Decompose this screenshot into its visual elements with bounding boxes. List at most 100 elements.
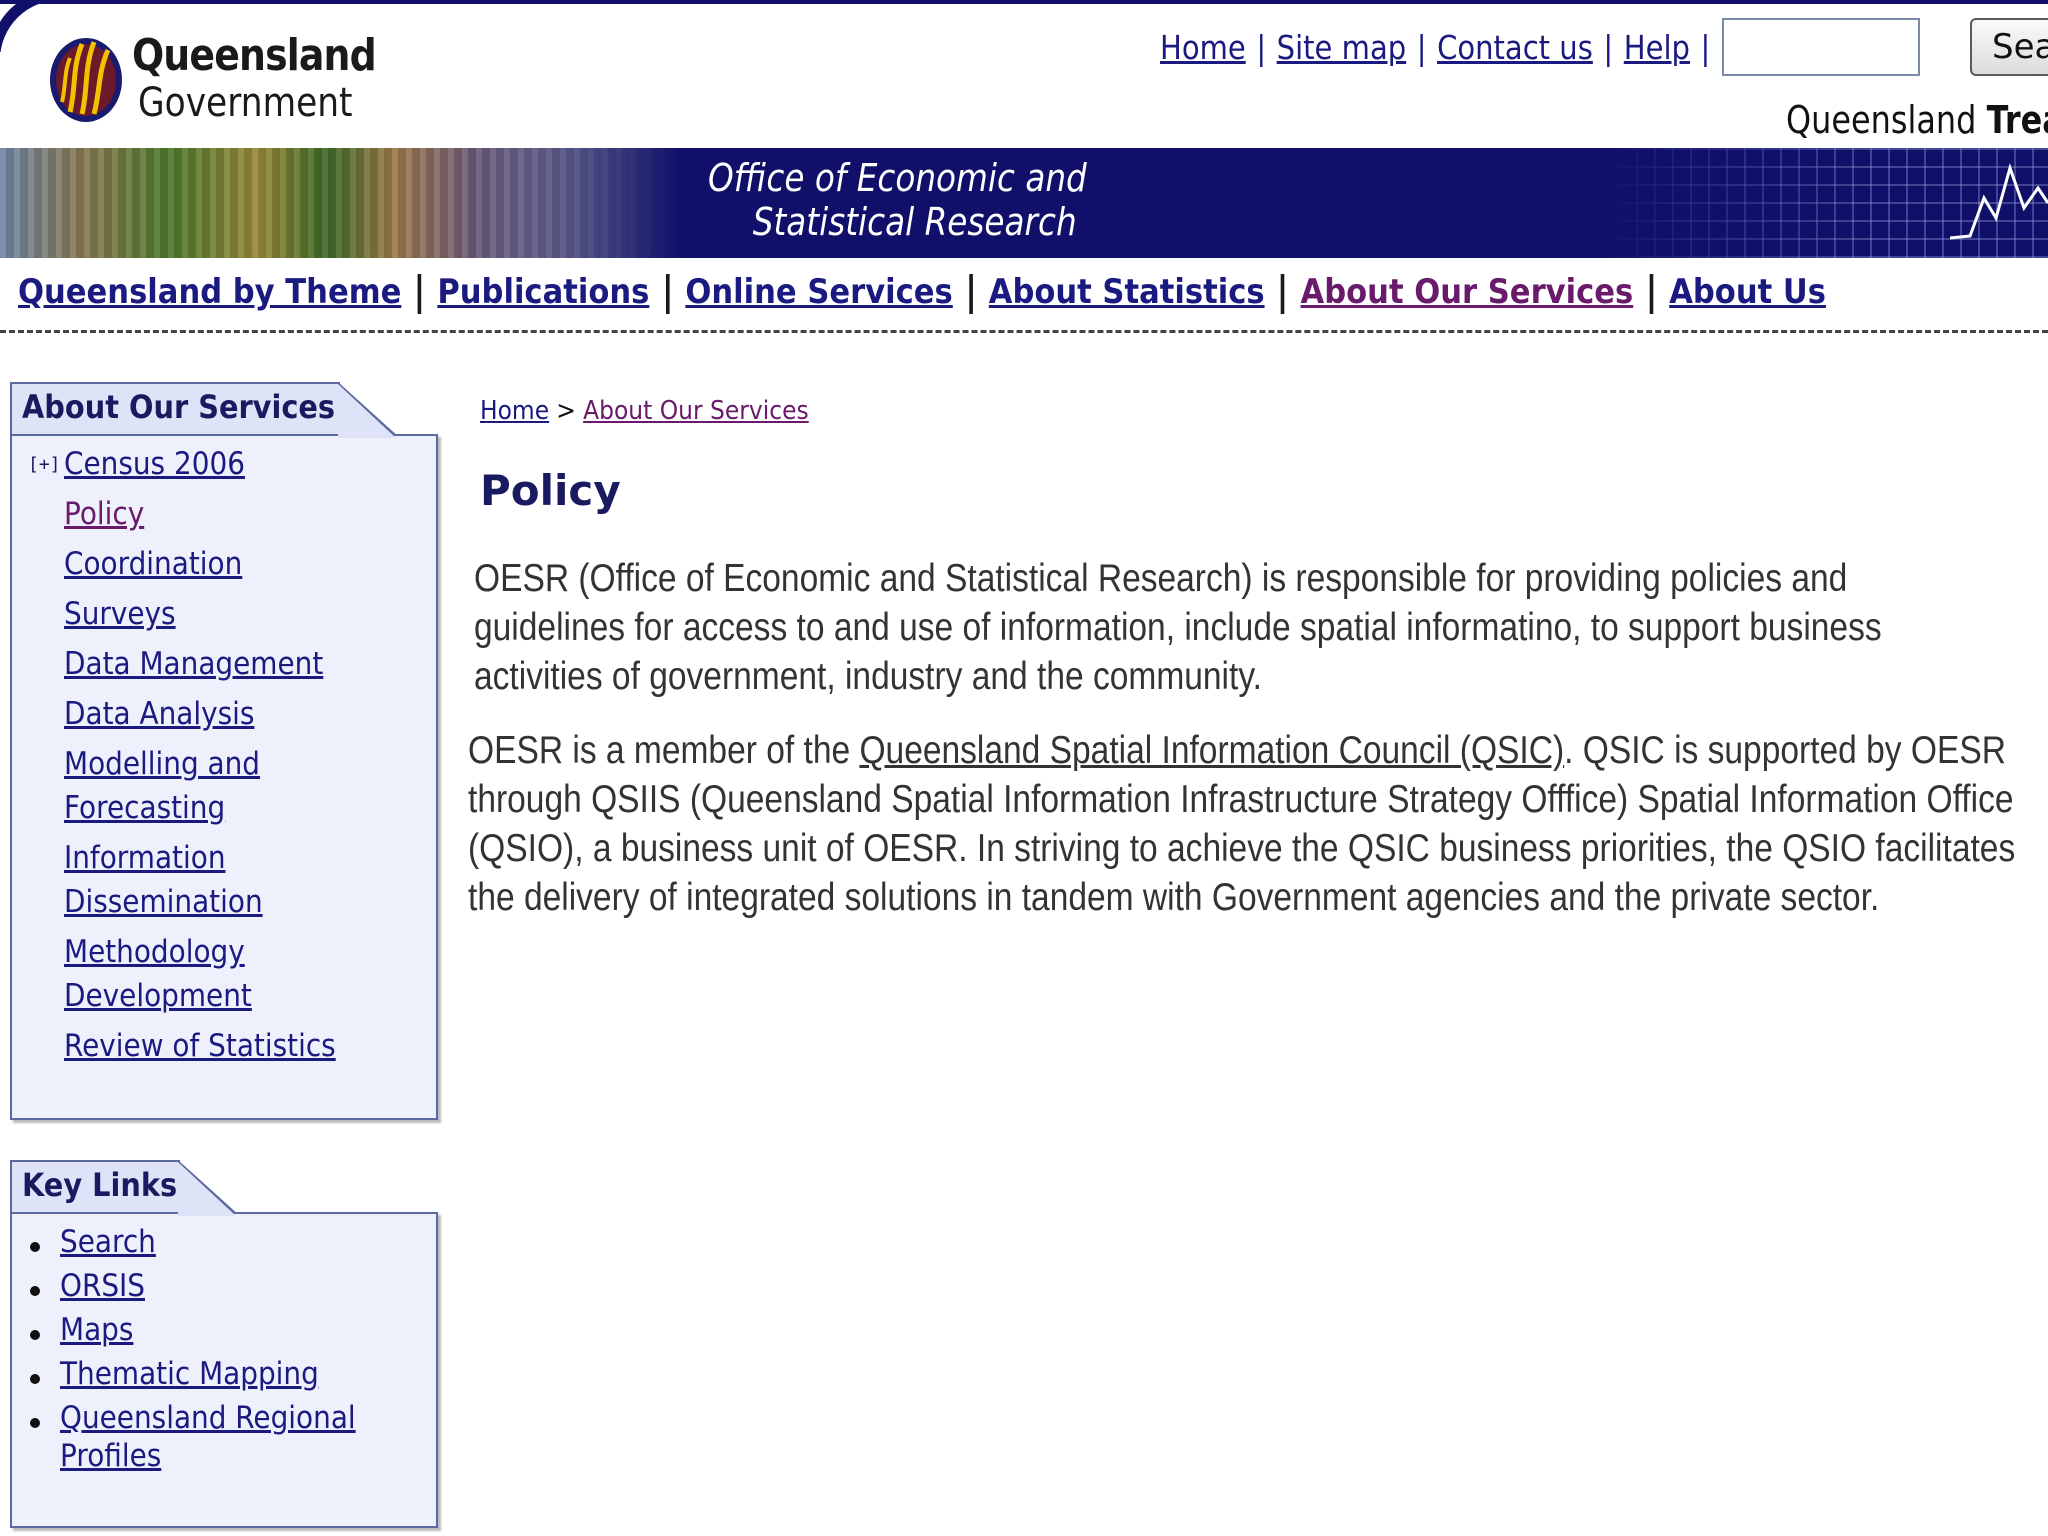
- key-links-tab-corner: [178, 1162, 236, 1216]
- qsic-link[interactable]: Queensland Spatial Information Council (…: [859, 729, 1564, 772]
- sidebar-item-modelling: Modelling and: [64, 746, 282, 782]
- p2-start: OESR is a member of the: [468, 729, 860, 772]
- bullet-icon: [30, 1418, 40, 1428]
- sidebar-link[interactable]: Census 2006: [64, 446, 245, 482]
- banner-line-graph-icon: [1950, 163, 2048, 240]
- sidebar-link[interactable]: Review of Statistics: [64, 1028, 336, 1064]
- paragraph-1: OESR (Office of Economic and Statistical…: [474, 554, 1882, 701]
- key-link[interactable]: Maps: [60, 1312, 133, 1348]
- search-button[interactable]: Sea: [1970, 18, 2048, 76]
- paragraph-2-line: OESR is a member of the Queensland Spati…: [468, 726, 2015, 775]
- nav-queensland-by-theme[interactable]: Queensland by Theme: [18, 272, 401, 312]
- key-link-orsis: ORSIS: [60, 1268, 154, 1304]
- sidebar-link[interactable]: Dissemination: [64, 884, 263, 920]
- nav-about-statistics[interactable]: About Statistics: [989, 272, 1265, 312]
- sidebar-link[interactable]: Coordination: [64, 546, 242, 582]
- main-nav: Queensland by Theme Publications Online Se…: [18, 272, 1826, 314]
- paragraph-2-line: through QSIIS (Queensland Spatial Inform…: [468, 778, 2014, 821]
- sidebar-item-methodology: Methodology: [64, 934, 265, 970]
- paragraph-2-line: the delivery of integrated solutions in …: [468, 876, 1880, 919]
- nav-online-services[interactable]: Online Services: [685, 272, 952, 312]
- qld-government-logo[interactable]: Queensland Government: [48, 28, 377, 128]
- expand-icon[interactable]: [+]: [28, 454, 61, 475]
- bullet-icon: [30, 1374, 40, 1384]
- breadcrumb-about-our-services[interactable]: About Our Services: [583, 396, 809, 426]
- sidebar-link[interactable]: Policy: [64, 496, 144, 532]
- banner-title-line1: Office of Economic and: [708, 156, 1087, 200]
- key-link-maps: Maps: [60, 1312, 142, 1348]
- util-separator: |: [1700, 28, 1711, 67]
- nav-about-our-services[interactable]: About Our Services: [1301, 272, 1634, 312]
- banner-title-line2: Statistical Research: [752, 200, 1077, 244]
- key-link-search: Search: [60, 1224, 167, 1260]
- paragraph-1-line: OESR (Office of Economic and Statistical…: [474, 557, 1848, 600]
- bullet-icon: [30, 1286, 40, 1296]
- bullet-icon: [30, 1242, 40, 1252]
- key-link-queensland-regional: Queensland Regional: [60, 1400, 389, 1436]
- sidebar-link[interactable]: Modelling and: [64, 746, 260, 782]
- sidebar-tab-corner: [338, 384, 396, 438]
- sidebar-link[interactable]: Information: [64, 840, 226, 876]
- search-input[interactable]: [1722, 18, 1920, 76]
- sidebar-item-information: Information: [64, 840, 243, 876]
- nav-publications[interactable]: Publications: [437, 272, 649, 312]
- key-link[interactable]: Profiles: [60, 1438, 161, 1474]
- key-link-thematic-mapping: Thematic Mapping: [60, 1356, 348, 1392]
- sidebar-link[interactable]: Data Analysis: [64, 696, 254, 732]
- util-separator: |: [1603, 28, 1614, 67]
- sidebar-link[interactable]: Surveys: [64, 596, 176, 632]
- key-link[interactable]: Search: [60, 1224, 156, 1260]
- nav-about-us[interactable]: About Us: [1669, 272, 1826, 312]
- sidebar-item-data-analysis: Data Analysis: [64, 696, 276, 732]
- util-separator: |: [1416, 28, 1427, 67]
- paragraph-1-line: activities of government, industry and t…: [474, 655, 1262, 698]
- sidebar-item-census-2006: Census 2006: [64, 446, 265, 482]
- util-link-help[interactable]: Help: [1624, 28, 1690, 67]
- key-link-profiles: Profiles: [60, 1438, 173, 1474]
- paragraph-2: OESR is a member of the Queensland Spati…: [468, 726, 2015, 922]
- top-border: [0, 0, 2048, 4]
- sidebar-link[interactable]: Forecasting: [64, 790, 225, 826]
- breadcrumb-home[interactable]: Home: [480, 396, 549, 426]
- sidebar-item-coordination: Coordination: [64, 546, 262, 582]
- banner: Office of Economic and Statistical Resea…: [0, 148, 2048, 258]
- banner-title: Office of Economic and Statistical Resea…: [708, 156, 1087, 244]
- sidebar-item-data-management: Data Management: [64, 646, 352, 682]
- sidebar-title: About Our Services: [22, 388, 336, 426]
- agency-bold: Treas: [1986, 98, 2048, 142]
- util-link-home[interactable]: Home: [1160, 28, 1246, 67]
- util-link-contact-us[interactable]: Contact us: [1437, 28, 1593, 67]
- qld-crest-icon: [50, 38, 122, 122]
- bullet-icon: [30, 1330, 40, 1340]
- nav-separator: [665, 273, 670, 314]
- logo-text-queensland: Queensland: [132, 30, 377, 81]
- key-link[interactable]: Queensland Regional: [60, 1400, 356, 1436]
- paragraph-1-line: guidelines for access to and use of info…: [474, 606, 1882, 649]
- sidebar-link[interactable]: Data Management: [64, 646, 323, 682]
- key-link[interactable]: ORSIS: [60, 1268, 145, 1304]
- sidebar-item-forecasting: Forecasting: [64, 790, 243, 826]
- util-link-site-map[interactable]: Site map: [1277, 28, 1407, 67]
- nav-divider: [0, 330, 2048, 333]
- agency-prefix: Queensland: [1786, 98, 1987, 142]
- sidebar-item-surveys: Surveys: [64, 596, 188, 632]
- logo-text-government: Government: [138, 80, 353, 126]
- key-links-title: Key Links: [22, 1166, 178, 1204]
- nav-separator: [1649, 273, 1654, 314]
- banner-photo-collage: [0, 148, 680, 258]
- sidebar-item-review-of-statistics: Review of Statistics: [64, 1028, 366, 1064]
- nav-separator: [968, 273, 973, 314]
- breadcrumb-separator: >: [556, 396, 576, 426]
- sidebar-link[interactable]: Development: [64, 978, 252, 1014]
- breadcrumb: Home > About Our Services: [480, 396, 809, 426]
- paragraph-2-line: (QSIO), a business unit of OESR. In stri…: [468, 827, 2016, 870]
- page-title: Policy: [480, 466, 621, 515]
- util-separator: |: [1256, 28, 1267, 67]
- sidebar-item-development: Development: [64, 978, 273, 1014]
- sidebar-link[interactable]: Methodology: [64, 934, 245, 970]
- key-link[interactable]: Thematic Mapping: [60, 1356, 319, 1392]
- nav-separator: [417, 273, 422, 314]
- utility-nav: Home | Site map | Contact us | Help |: [1160, 28, 1721, 67]
- nav-separator: [1280, 273, 1285, 314]
- agency-name: Queensland Treas: [1786, 98, 2048, 142]
